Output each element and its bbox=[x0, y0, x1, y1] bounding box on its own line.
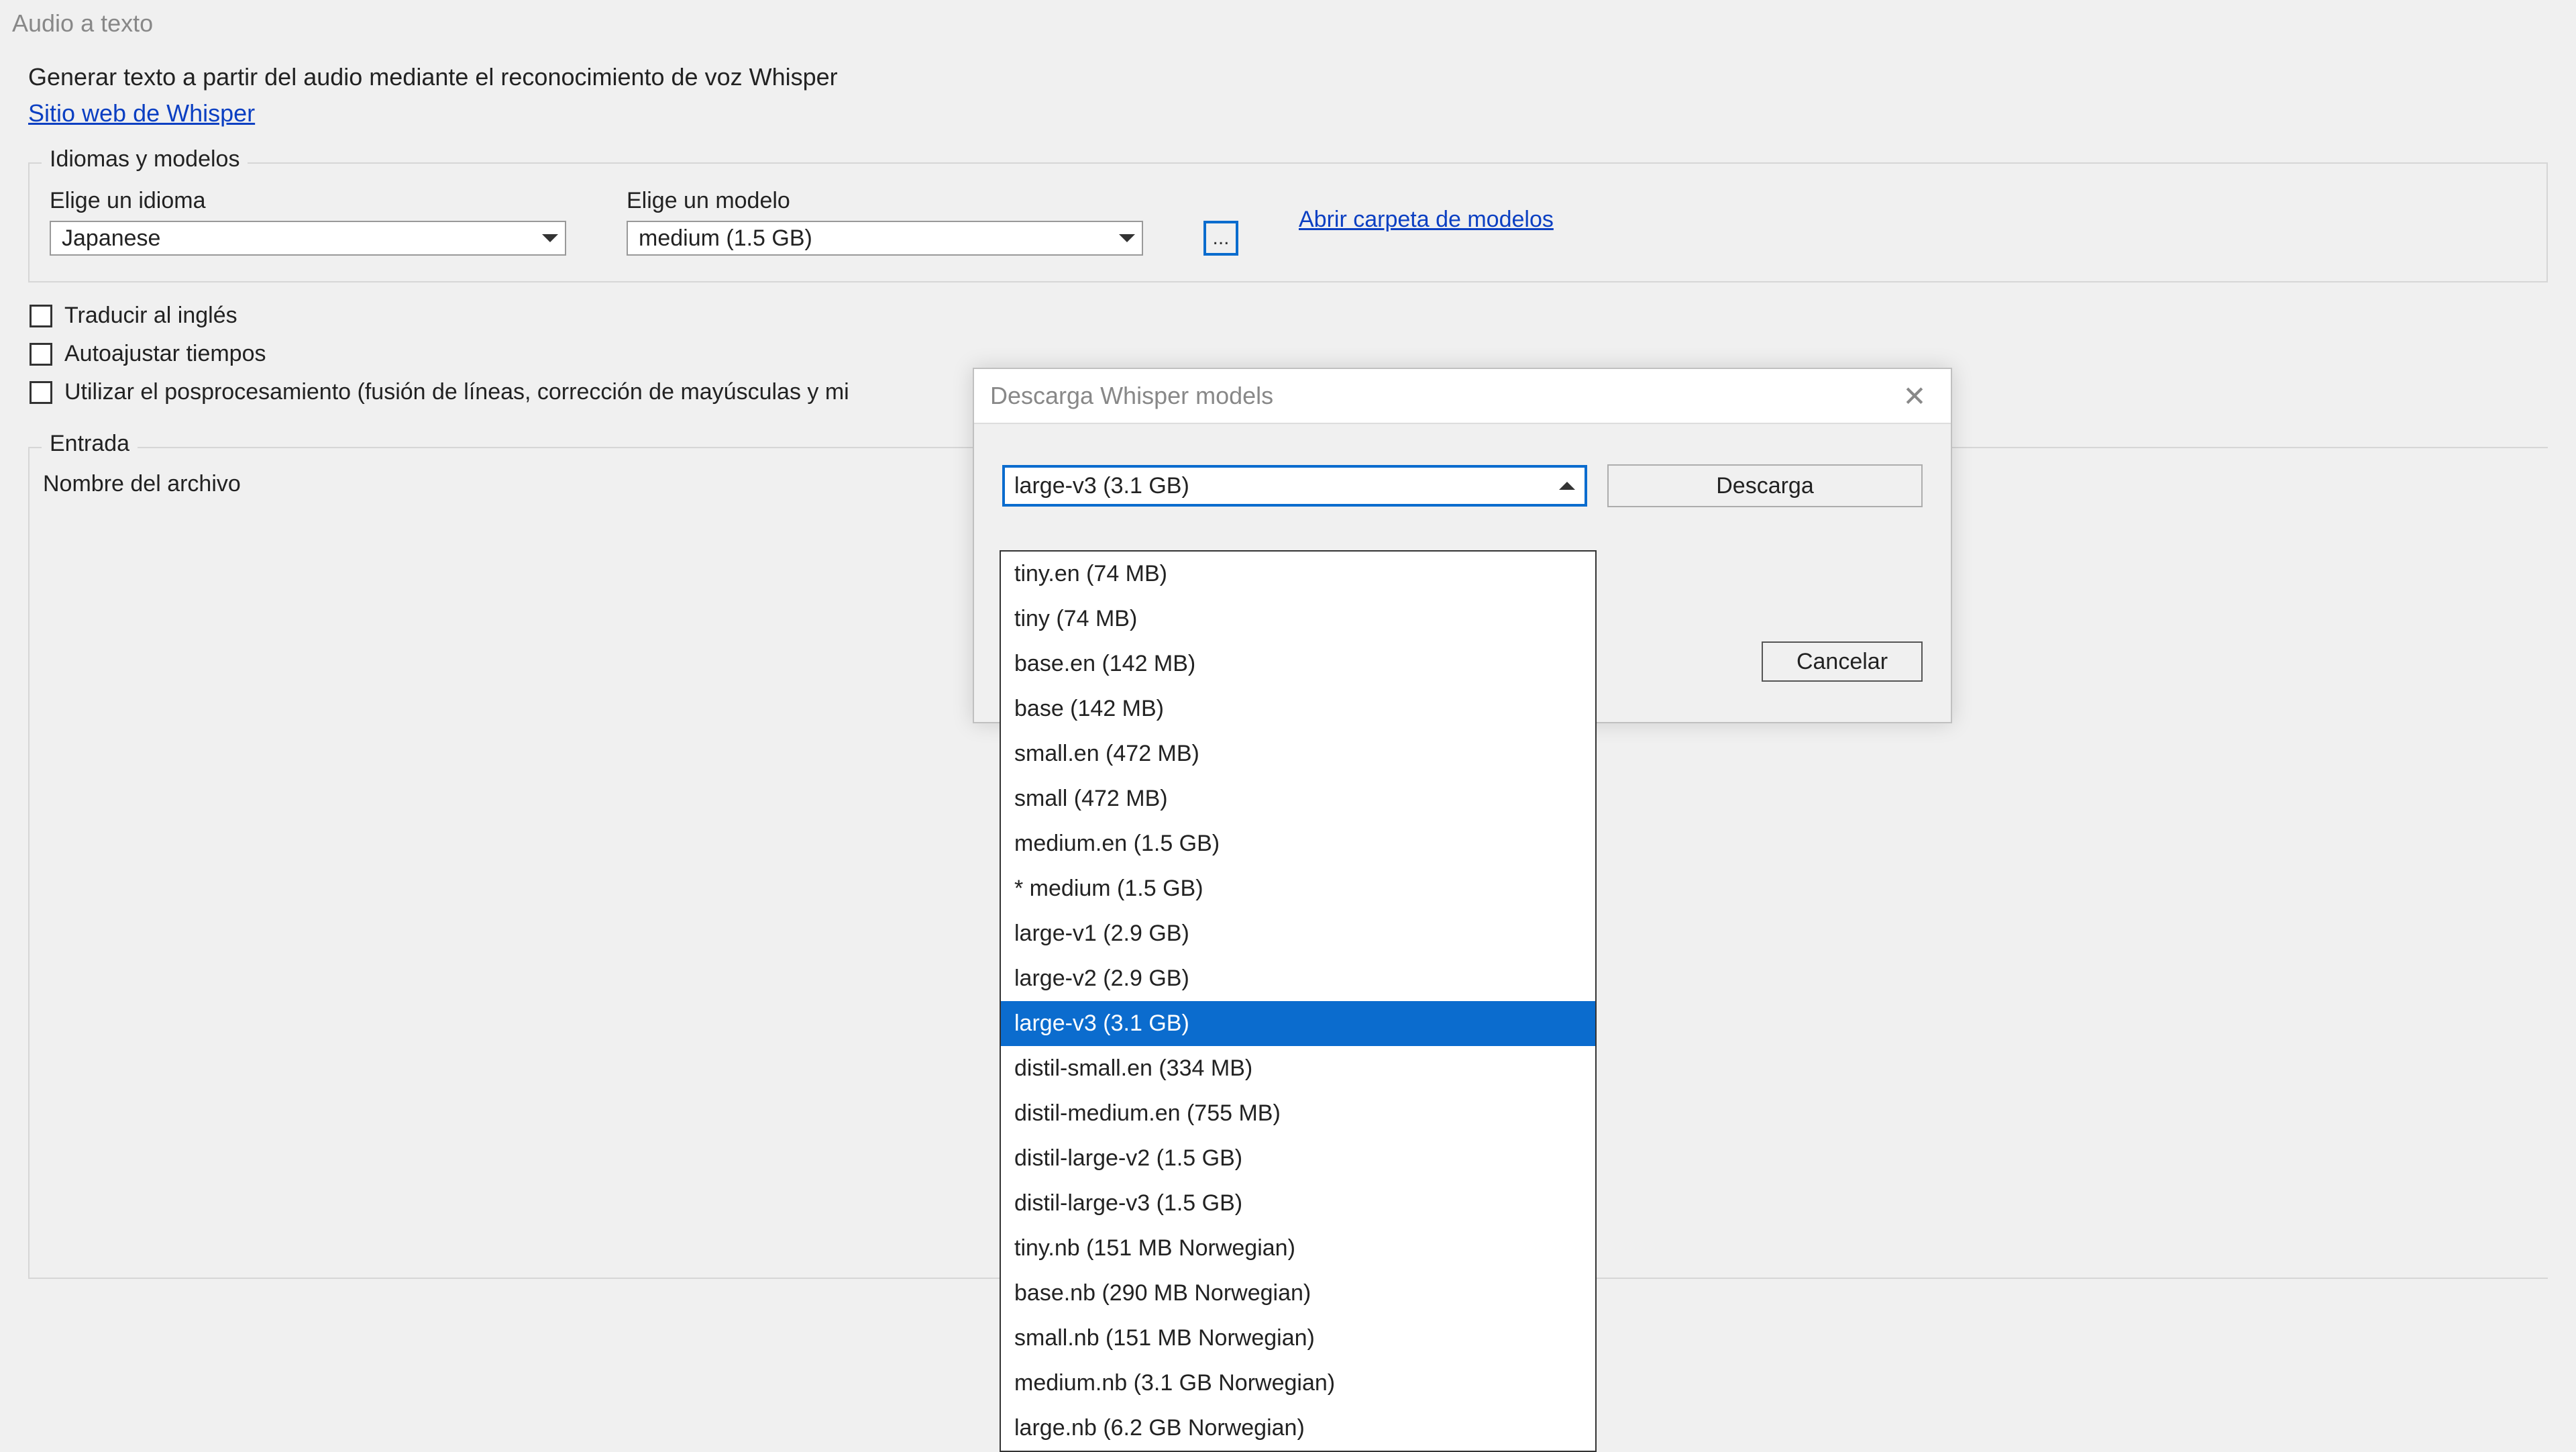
languages-models-group: Idiomas y modelos Elige un idioma Japane… bbox=[28, 162, 2548, 282]
download-model-combo-value: large-v3 (3.1 GB) bbox=[1014, 473, 1189, 499]
cancel-button[interactable]: Cancelar bbox=[1762, 641, 1923, 682]
download-model-dropdown-list[interactable]: tiny.en (74 MB)tiny (74 MB)base.en (142 … bbox=[1000, 550, 1597, 1452]
dropdown-option[interactable]: distil-large-v2 (1.5 GB) bbox=[1001, 1136, 1595, 1181]
dropdown-option[interactable]: small.nb (151 MB Norwegian) bbox=[1001, 1316, 1595, 1361]
autoadjust-checkbox-row[interactable]: Autoajustar tiempos bbox=[30, 341, 2548, 367]
dropdown-option[interactable]: medium.en (1.5 GB) bbox=[1001, 821, 1595, 866]
dialog-title: Descarga Whisper models bbox=[990, 382, 1273, 410]
dropdown-option[interactable]: large.nb (6.2 GB Norwegian) bbox=[1001, 1406, 1595, 1451]
dropdown-option[interactable]: base.nb (290 MB Norwegian) bbox=[1001, 1271, 1595, 1316]
window-title: Audio a texto bbox=[0, 0, 2576, 47]
dropdown-option[interactable]: small (472 MB) bbox=[1001, 776, 1595, 821]
dropdown-option[interactable]: tiny.en (74 MB) bbox=[1001, 552, 1595, 597]
postprocess-checkbox[interactable] bbox=[30, 381, 52, 404]
language-combo-value: Japanese bbox=[62, 225, 160, 252]
dropdown-option[interactable]: large-v2 (2.9 GB) bbox=[1001, 956, 1595, 1001]
dropdown-option[interactable]: base (142 MB) bbox=[1001, 686, 1595, 731]
translate-checkbox-label: Traducir al inglés bbox=[64, 303, 237, 329]
dropdown-option[interactable]: distil-large-v3 (1.5 GB) bbox=[1001, 1181, 1595, 1226]
dropdown-option[interactable]: distil-medium.en (755 MB) bbox=[1001, 1091, 1595, 1136]
chevron-down-icon bbox=[1119, 234, 1135, 242]
model-combo[interactable]: medium (1.5 GB) bbox=[627, 221, 1143, 256]
whisper-website-link[interactable]: Sitio web de Whisper bbox=[28, 99, 255, 127]
input-group-title: Entrada bbox=[42, 431, 138, 457]
dropdown-option[interactable]: tiny (74 MB) bbox=[1001, 597, 1595, 641]
dropdown-option[interactable]: medium.nb (3.1 GB Norwegian) bbox=[1001, 1361, 1595, 1406]
translate-checkbox[interactable] bbox=[30, 305, 52, 327]
close-icon: ✕ bbox=[1902, 380, 1926, 413]
language-combo[interactable]: Japanese bbox=[50, 221, 566, 256]
description-block: Generar texto a partir del audio mediant… bbox=[28, 59, 2548, 132]
postprocess-checkbox-label: Utilizar el posprocesamiento (fusión de … bbox=[64, 379, 849, 405]
chevron-up-icon bbox=[1559, 482, 1575, 490]
download-model-combo[interactable]: large-v3 (3.1 GB) bbox=[1002, 465, 1587, 507]
dropdown-option[interactable]: base.en (142 MB) bbox=[1001, 641, 1595, 686]
autoadjust-checkbox-label: Autoajustar tiempos bbox=[64, 341, 266, 367]
model-field: Elige un modelo medium (1.5 GB) bbox=[627, 188, 1143, 256]
autoadjust-checkbox[interactable] bbox=[30, 343, 52, 366]
languages-models-group-title: Idiomas y modelos bbox=[42, 146, 248, 172]
language-label: Elige un idioma bbox=[50, 188, 566, 214]
description-text: Generar texto a partir del audio mediant… bbox=[28, 59, 2548, 95]
browse-models-button[interactable]: ... bbox=[1203, 221, 1238, 256]
download-button[interactable]: Descarga bbox=[1607, 464, 1923, 507]
dropdown-option[interactable]: large-v3 (3.1 GB) bbox=[1001, 1001, 1595, 1046]
download-select-row: large-v3 (3.1 GB) Descarga bbox=[1002, 464, 1923, 507]
model-label: Elige un modelo bbox=[627, 188, 1143, 214]
dropdown-option[interactable]: tiny.nb (151 MB Norwegian) bbox=[1001, 1226, 1595, 1271]
dropdown-option[interactable]: * medium (1.5 GB) bbox=[1001, 866, 1595, 911]
more-button-block: ... bbox=[1203, 221, 1238, 256]
translate-checkbox-row[interactable]: Traducir al inglés bbox=[30, 303, 2548, 329]
dropdown-option[interactable]: distil-small.en (334 MB) bbox=[1001, 1046, 1595, 1091]
dropdown-option[interactable]: large-v1 (2.9 GB) bbox=[1001, 911, 1595, 956]
dropdown-option[interactable]: small.en (472 MB) bbox=[1001, 731, 1595, 776]
open-models-folder-link[interactable]: Abrir carpeta de modelos bbox=[1299, 207, 1554, 233]
chevron-down-icon bbox=[542, 234, 558, 242]
language-model-row: Elige un idioma Japanese Elige un modelo… bbox=[50, 188, 2526, 256]
dialog-titlebar: Descarga Whisper models ✕ bbox=[974, 369, 1951, 424]
language-field: Elige un idioma Japanese bbox=[50, 188, 566, 256]
model-combo-value: medium (1.5 GB) bbox=[639, 225, 812, 252]
close-button[interactable]: ✕ bbox=[1894, 376, 1935, 416]
